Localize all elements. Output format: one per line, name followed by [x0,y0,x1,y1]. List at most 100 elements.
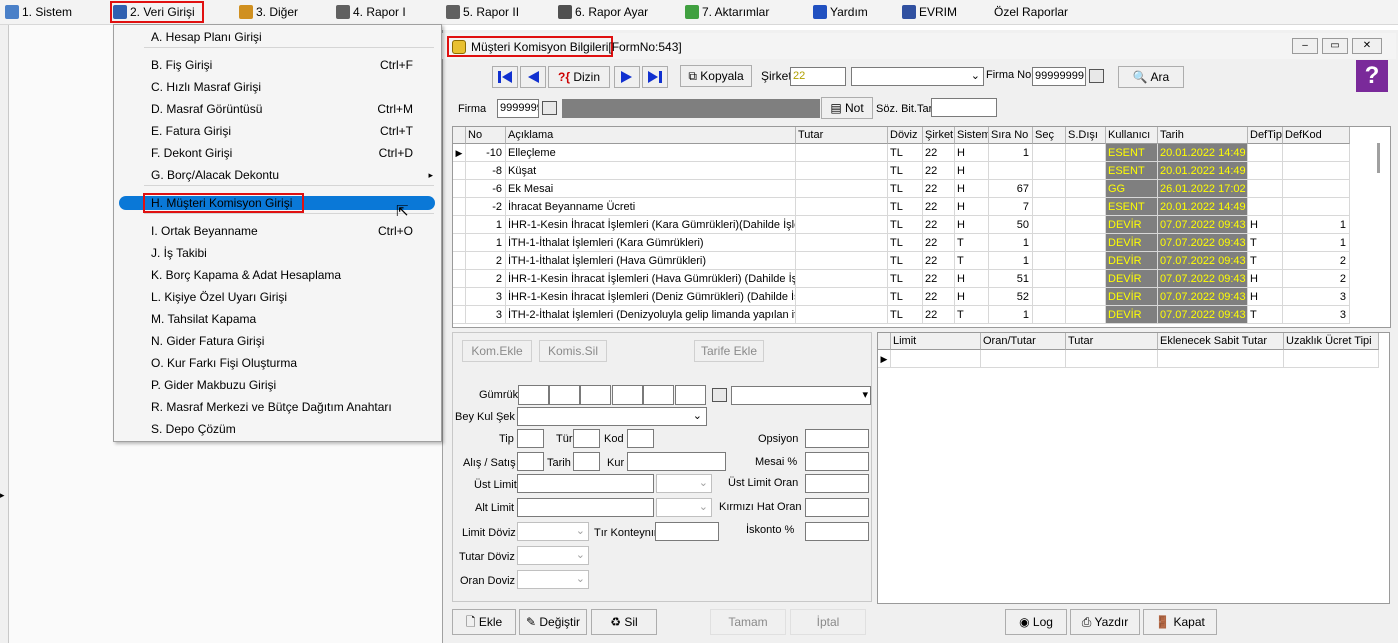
menu-item-3[interactable]: 3. Diğer [239,3,298,21]
grid-header-sec[interactable]: Seç [1033,127,1066,144]
limit-doviz-select[interactable]: ⌄ [517,522,589,541]
grid2-header-oran-tutar[interactable]: Oran/Tutar [981,333,1066,350]
dropdown-item-q[interactable]: R. Masraf Merkezi ve Bütçe Dağıtım Anaht… [114,397,441,417]
next-record-button[interactable] [614,66,640,88]
commission-grid[interactable]: No Açıklama Tutar Döviz Şirket Sistem Sıra No S… [452,126,1391,328]
grid2-header-uzaklik-ucret-tipi[interactable]: Uzaklık Ücret Tipi [1284,333,1379,350]
tir-konteynir-field[interactable] [655,522,719,541]
grid2-cell-uzaklik-ucret-tipi[interactable] [1284,350,1379,368]
kom-ekle-button[interactable]: Kom.Ekle [462,340,532,362]
menu-item-10[interactable]: Özel Raporlar [994,3,1068,21]
firma-code-field[interactable]: 9999999 [497,99,539,118]
sirket-dropdown[interactable]: ⌄ [851,67,984,86]
help-icon[interactable]: ? [1356,60,1388,92]
dizin-button[interactable]: ?{ Dizin [548,66,610,88]
row-indicator[interactable] [453,216,466,234]
last-record-button[interactable] [642,66,668,88]
menu-item-5[interactable]: 5. Rapor II [446,3,519,21]
komis-sil-button[interactable]: Komis.Sil [539,340,607,362]
iskonto-field[interactable] [805,522,869,541]
grid-header-tutar[interactable]: Tutar [796,127,888,144]
grid-header-no[interactable]: No [466,127,506,144]
kirmizi-hat-oran-field[interactable] [805,498,869,517]
firma-no-field[interactable]: 99999999 [1032,67,1086,86]
menu-item-7[interactable]: 7. Aktarımlar [685,3,769,21]
dropdown-item-d[interactable]: D. Masraf Görüntüsü Ctrl+M [114,99,441,119]
grid2-header-eklenecek-sabit-tutar[interactable]: Eklenecek Sabit Tutar [1158,333,1284,350]
gumruk-box-5[interactable] [643,385,674,405]
dropdown-item-c[interactable]: C. Hızlı Masraf Girişi [114,77,441,97]
menu-item-8[interactable]: Yardım [813,3,868,21]
first-record-button[interactable] [492,66,518,88]
maximize-button[interactable]: ▭ [1322,38,1348,54]
grid-header-sdisi[interactable]: S.Dışı [1066,127,1106,144]
grid-header-aciklama[interactable]: Açıklama [506,127,796,144]
gumruk-box-4[interactable] [612,385,643,405]
row-indicator[interactable]: ▶ [453,144,466,162]
dropdown-item-m[interactable]: M. Tahsilat Kapama [114,309,441,329]
kopyala-button[interactable]: ⧉ Kopyala [680,65,752,87]
grid-header-kullanici[interactable]: Kullanıcı [1106,127,1158,144]
menu-item-9[interactable]: EVRIM [902,3,957,21]
dropdown-item-f[interactable]: F. Dekont Girişi Ctrl+D [114,143,441,163]
grid-header-doviz[interactable]: Döviz [888,127,923,144]
yazdir-button[interactable]: ⎙ Yazdır [1070,609,1140,635]
ust-limit-currency[interactable]: ⌄ [656,474,712,493]
kapat-button[interactable]: 🚪 Kapat [1143,609,1217,635]
ara-button[interactable]: 🔍 Ara [1118,66,1184,88]
grid-header-sirket[interactable]: Şirket [923,127,955,144]
dropdown-item-e[interactable]: E. Fatura Girişi Ctrl+T [114,121,441,141]
limit-grid[interactable]: Limit Oran/Tutar Tutar Eklenecek Sabit Tuta… [877,332,1390,604]
calendar-icon[interactable] [1089,69,1104,83]
dropdown-item-i[interactable]: I. Ortak Beyanname Ctrl+O [114,221,441,241]
grid2-cell-limit[interactable] [891,350,981,368]
bey-kul-sek-select[interactable]: ⌄ [517,407,707,426]
tarife-ekle-button[interactable]: Tarife Ekle [694,340,764,362]
row-indicator[interactable]: ▶ [878,350,891,368]
row-indicator[interactable] [453,162,466,180]
dropdown-item-l[interactable]: L. Kişiye Özel Uyarı Girişi [114,287,441,307]
menu-item-1[interactable]: 1. Sistem [5,3,72,21]
oran-doviz-select[interactable]: ⌄ [517,570,589,589]
sil-button[interactable]: ♻ Sil [591,609,657,635]
row-indicator[interactable] [453,234,466,252]
iptal-button[interactable]: İptal [790,609,866,635]
row-indicator[interactable] [453,198,466,216]
mesai-field[interactable] [805,452,869,471]
gumruk-box-2[interactable] [549,385,580,405]
dropdown-item-b[interactable]: B. Fiş Girişi Ctrl+F [114,55,441,75]
menu-item-6[interactable]: 6. Rapor Ayar [558,3,648,21]
collapse-arrow-icon[interactable]: ▸ [0,490,5,501]
opsiyon-field[interactable] [805,429,869,448]
grid2-cell-oran-tutar[interactable] [981,350,1066,368]
grid2-header-limit[interactable]: Limit [891,333,981,350]
gumruk-calendar-icon[interactable] [712,388,727,402]
dropdown-item-r[interactable]: S. Depo Çözüm [114,419,441,439]
sirket-field[interactable]: 22 [790,67,846,86]
menu-item-4[interactable]: 4. Rapor I [336,3,406,21]
dropdown-item-p[interactable]: P. Gider Makbuzu Girişi [114,375,441,395]
dropdown-item-a[interactable]: A. Hesap Planı Girişi [114,27,441,47]
grid2-cell-tutar[interactable] [1066,350,1158,368]
grid-header-deftip[interactable]: DefTip [1248,127,1283,144]
grid2-header-tutar[interactable]: Tutar [1066,333,1158,350]
dropdown-item-o[interactable]: O. Kur Farkı Fişi Oluşturma [114,353,441,373]
degistir-button[interactable]: ✎ Değiştir [519,609,587,635]
row-indicator[interactable] [453,270,466,288]
tur-field[interactable] [573,429,600,448]
dropdown-item-n[interactable]: N. Gider Fatura Girişi [114,331,441,351]
row-indicator[interactable] [453,306,466,324]
dropdown-item-g[interactable]: G. Borç/Alacak Dekontu ▸ [114,165,441,185]
row-indicator[interactable] [453,252,466,270]
grid2-cell-eklenecek-sabit-tutar[interactable] [1158,350,1284,368]
close-window-button[interactable]: ✕ [1352,38,1382,54]
dropdown-item-j[interactable]: J. İş Takibi [114,243,441,263]
minimize-button[interactable]: ‒ [1292,38,1318,54]
kod-field[interactable] [627,429,654,448]
grid-header-sirano[interactable]: Sıra No [989,127,1033,144]
dropdown-item-k[interactable]: K. Borç Kapama & Adat Hesaplama [114,265,441,285]
tamam-button[interactable]: Tamam [710,609,786,635]
alt-limit-currency[interactable]: ⌄ [656,498,712,517]
ust-limit-field[interactable] [517,474,654,493]
row-indicator[interactable] [453,180,466,198]
